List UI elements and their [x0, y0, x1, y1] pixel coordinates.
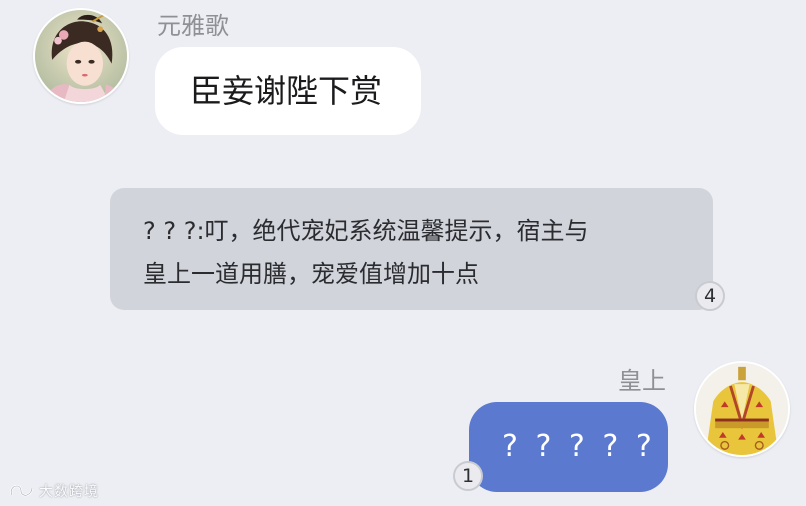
watermark-logo — [8, 482, 36, 500]
message-bubble-sent[interactable]: ? ? ? ? ? — [469, 402, 668, 492]
sender-avatar-right[interactable] — [694, 361, 790, 457]
system-message-bubble[interactable]: ? ? ?:叮，绝代宠妃系统温馨提示，宿主与 皇上一道用膳，宠爱值增加十点 — [110, 188, 713, 310]
system-message-count-badge: 4 — [695, 281, 725, 311]
watermark: 大数跨境 — [8, 480, 99, 502]
sender-name-yuanyage: 元雅歌 — [157, 12, 229, 40]
chat-screen: 元雅歌 臣妾谢陛下赏 ? ? ?:叮，绝代宠妃系统温馨提示，宿主与 皇上一道用膳… — [0, 0, 806, 506]
message-text-received: 臣妾谢陛下赏 — [190, 72, 383, 110]
emperor-robe-avatar — [696, 363, 788, 455]
woman-portrait-avatar — [35, 10, 127, 102]
sender-name-huangshang: 皇上 — [618, 367, 666, 395]
sender-avatar-left[interactable] — [33, 8, 129, 104]
watermark-text: 大数跨境 — [39, 484, 99, 500]
system-message-line-2: 皇上一道用膳，宠爱值增加十点 — [143, 260, 479, 288]
message-bubble-received[interactable]: 臣妾谢陛下赏 — [155, 47, 421, 135]
sent-message-count-badge: 1 — [453, 461, 483, 491]
message-text-sent: ? ? ? ? ? — [502, 429, 656, 464]
system-message-line-1: ? ? ?:叮，绝代宠妃系统温馨提示，宿主与 — [143, 217, 589, 245]
